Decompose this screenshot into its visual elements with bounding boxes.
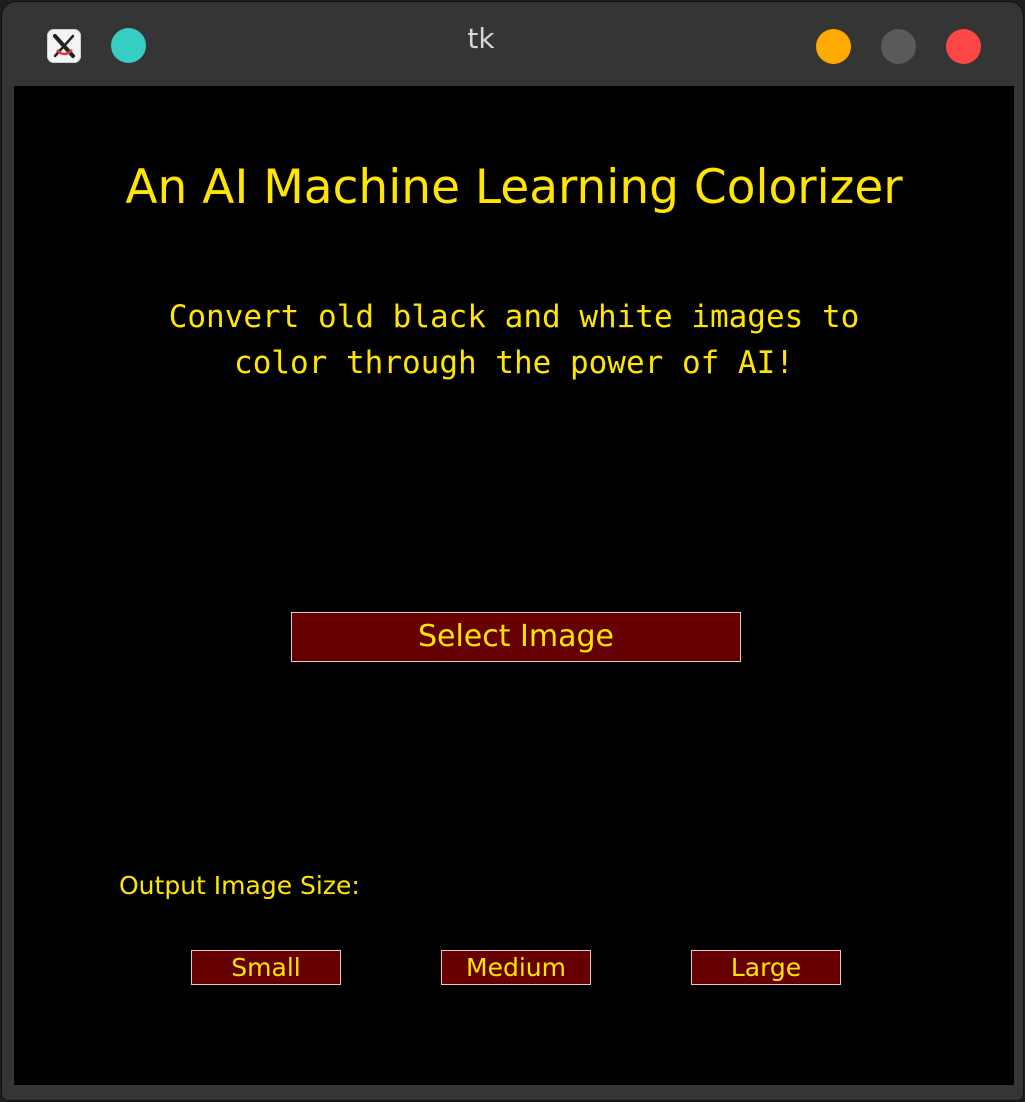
- app-window: tk An AI Machine Learning Colorizer Conv…: [2, 2, 1023, 1100]
- maximize-icon[interactable]: [881, 29, 916, 64]
- select-image-button[interactable]: Select Image: [291, 612, 741, 662]
- size-medium-button[interactable]: Medium: [441, 950, 591, 985]
- minimize-icon[interactable]: [816, 29, 851, 64]
- size-large-button[interactable]: Large: [691, 950, 841, 985]
- main-canvas: An AI Machine Learning Colorizer Convert…: [14, 86, 1014, 1085]
- output-size-label: Output Image Size:: [119, 871, 360, 900]
- size-small-button[interactable]: Small: [191, 950, 341, 985]
- title-bar[interactable]: tk: [2, 2, 1023, 86]
- page-subtitle: Convert old black and white images to co…: [168, 299, 860, 381]
- page-title: An AI Machine Learning Colorizer: [125, 160, 903, 215]
- close-icon[interactable]: [946, 29, 981, 64]
